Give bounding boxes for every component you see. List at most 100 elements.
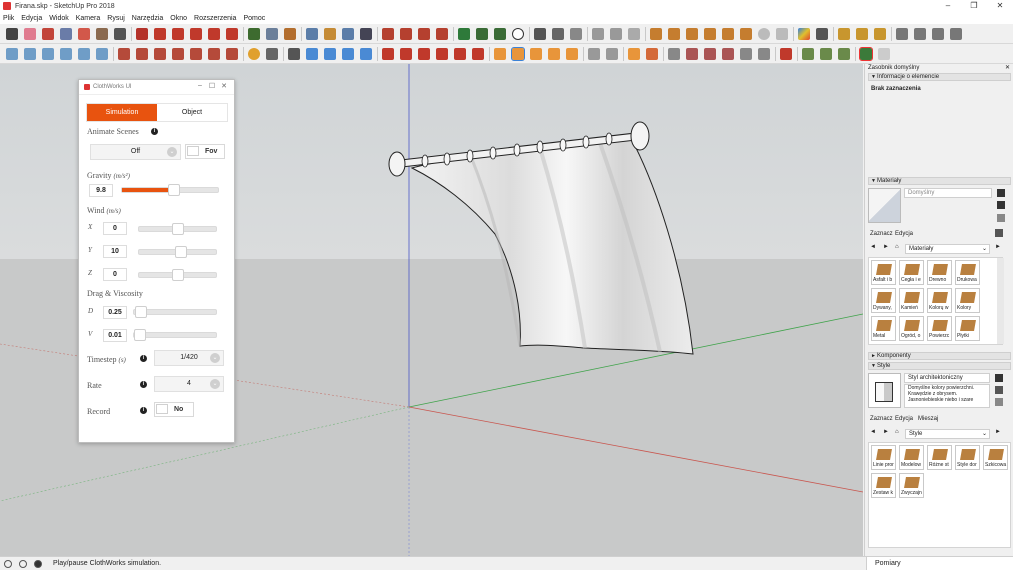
dialog-title-bar[interactable]: ClothWorks UI – ☐ ✕ — [79, 80, 234, 95]
cloth-pin-3-icon[interactable] — [418, 47, 430, 60]
iso-view-icon[interactable] — [6, 47, 18, 60]
move-tool-icon[interactable] — [172, 27, 184, 40]
styles-icon[interactable] — [798, 27, 810, 40]
details-arrow-icon[interactable]: ► — [995, 429, 1001, 435]
style-tile[interactable]: Style dor — [955, 445, 980, 470]
wind-x-slider-thumb[interactable] — [172, 223, 184, 235]
solid-tools-icon[interactable] — [874, 27, 886, 40]
tray-close-button[interactable]: ✕ — [1005, 64, 1010, 71]
styles-library-select[interactable]: Style ⌄ — [905, 429, 990, 439]
create-material-icon[interactable] — [997, 189, 1005, 197]
display-section-icon[interactable] — [592, 27, 604, 40]
user-icon[interactable] — [34, 559, 42, 568]
details-arrow-icon[interactable]: ► — [995, 244, 1001, 250]
components-header[interactable]: ► Komponenty — [868, 352, 1011, 360]
create-style-icon[interactable] — [995, 386, 1003, 394]
extension-warehouse-icon[interactable] — [418, 27, 430, 40]
viscosity-v-slider[interactable] — [133, 329, 217, 341]
menu-okno[interactable]: Okno — [170, 15, 187, 22]
component-icon[interactable] — [838, 27, 850, 40]
arc-tool-icon[interactable] — [60, 27, 72, 40]
protractor-icon[interactable] — [650, 27, 662, 40]
gravity-slider[interactable] — [121, 184, 219, 196]
materials-tab-edit[interactable]: Edycja — [895, 231, 913, 237]
soften-icon[interactable] — [838, 47, 850, 60]
text-tool-icon[interactable] — [266, 27, 278, 40]
timestep-info-icon[interactable]: i — [140, 355, 147, 362]
wind-z-input[interactable]: 0 — [103, 268, 127, 281]
cone-icon[interactable] — [776, 27, 788, 40]
circle-icon[interactable] — [668, 27, 680, 40]
hand-tool-icon[interactable] — [534, 27, 546, 40]
material-tile[interactable]: Kolory — [955, 288, 980, 313]
rate-select[interactable]: 4 ⌄ — [154, 376, 224, 392]
scissors-icon[interactable] — [816, 27, 828, 40]
materials-library-select[interactable]: Materiały ⌄ — [905, 244, 990, 254]
material-name-field[interactable]: Domyślny — [904, 188, 992, 198]
cube-view-icon[interactable] — [932, 27, 944, 40]
box-view-icon[interactable] — [950, 27, 962, 40]
section-plane-icon[interactable] — [570, 27, 582, 40]
cloth-grid-icon[interactable] — [646, 47, 658, 60]
walk-tool-icon[interactable] — [552, 27, 564, 40]
paint-bucket-tool-icon[interactable] — [284, 27, 296, 40]
rectangle-tool-icon[interactable] — [96, 27, 108, 40]
gravity-input[interactable]: 9.8 — [89, 184, 113, 197]
style-tile[interactable]: Linie pror — [871, 445, 896, 470]
close-button[interactable]: ✕ — [987, 0, 1013, 12]
shadow-icon[interactable] — [802, 47, 814, 60]
forward-arrow-icon[interactable]: ► — [883, 429, 889, 435]
shapes-dropdown-icon[interactable] — [114, 27, 126, 40]
union-icon[interactable] — [360, 47, 372, 60]
update-style-icon[interactable] — [995, 398, 1003, 406]
credits-icon[interactable] — [19, 559, 27, 568]
section-1-icon[interactable] — [668, 47, 680, 60]
maximize-button[interactable]: ❐ — [961, 0, 987, 12]
dialog-maximize-button[interactable]: ☐ — [206, 82, 218, 90]
default-material-icon[interactable] — [997, 201, 1005, 209]
materials-scrollbar[interactable] — [997, 258, 1004, 344]
forward-arrow-icon[interactable]: ► — [883, 244, 889, 250]
cloth-pin-6-icon[interactable] — [472, 47, 484, 60]
style-tile[interactable]: Zwyczajn — [899, 473, 924, 498]
pan-tool-icon[interactable] — [324, 27, 336, 40]
zoom-tool-icon[interactable] — [342, 27, 354, 40]
extension-active-icon[interactable] — [859, 46, 873, 61]
wind-z-slider[interactable] — [138, 269, 217, 281]
material-tile[interactable]: Płytki — [955, 316, 980, 341]
back-arrow-icon[interactable]: ◄ — [870, 429, 876, 435]
section-cuts-icon[interactable] — [610, 27, 622, 40]
section-4-icon[interactable] — [722, 47, 734, 60]
rotate-tool-icon[interactable] — [190, 27, 202, 40]
select-tool-icon[interactable] — [6, 27, 18, 40]
menu-widok[interactable]: Widok — [49, 15, 68, 22]
front-view-icon[interactable] — [42, 47, 54, 60]
left-view-icon[interactable] — [96, 47, 108, 60]
top-view-icon[interactable] — [24, 47, 36, 60]
section-3-icon[interactable] — [704, 47, 716, 60]
eyedropper-icon[interactable] — [995, 229, 1003, 237]
line-tool-icon[interactable] — [42, 27, 54, 40]
cloth-pin-2-icon[interactable] — [400, 47, 412, 60]
cube-blue-icon[interactable] — [306, 47, 318, 60]
drag-d-input[interactable]: 0.25 — [103, 306, 127, 319]
cloth-reset-icon[interactable] — [548, 47, 560, 60]
back-view-icon[interactable] — [78, 47, 90, 60]
tab-object[interactable]: Object — [157, 104, 227, 121]
rate-info-icon[interactable]: i — [140, 381, 147, 388]
wind-x-input[interactable]: 0 — [103, 222, 127, 235]
scale-tool-icon[interactable] — [208, 27, 220, 40]
back-edges-icon[interactable] — [136, 47, 148, 60]
styles-tab-edit[interactable]: Edycja — [895, 416, 913, 422]
drag-d-slider-thumb[interactable] — [135, 306, 147, 318]
tools-icon[interactable] — [266, 47, 278, 60]
style-description[interactable]: Domyślne kolory powierzchni. Krawędzie z… — [904, 384, 990, 408]
menu-narzedzia[interactable]: Narzędzia — [132, 15, 164, 22]
home-icon[interactable]: ⌂ — [895, 244, 899, 250]
wind-z-slider-thumb[interactable] — [172, 269, 184, 281]
sphere-icon[interactable] — [758, 27, 770, 40]
axes-icon[interactable] — [704, 27, 716, 40]
style-tile[interactable]: Różne st — [927, 445, 952, 470]
warehouse-tool-icon[interactable] — [382, 27, 394, 40]
dialog-minimize-button[interactable]: – — [194, 82, 206, 90]
